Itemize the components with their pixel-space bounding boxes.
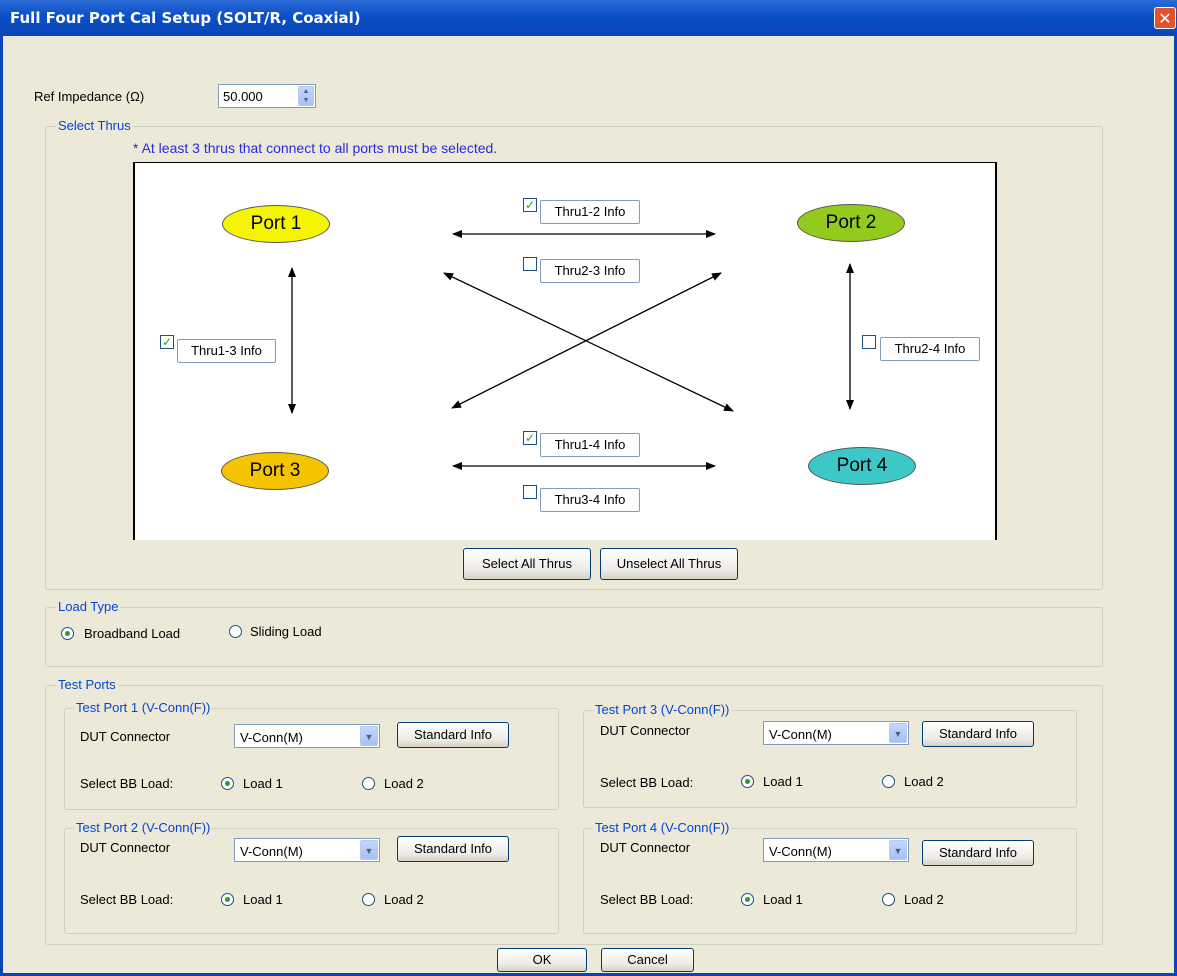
test-port-3-bb-label: Select BB Load: (600, 775, 694, 790)
test-port-3-dut-value: V-Conn(M) (769, 727, 832, 742)
test-port-3-title: Test Port 3 (V-Conn(F)) (593, 702, 732, 717)
test-port-1-standard-info-button[interactable]: Standard Info (397, 722, 509, 748)
test-port-3-load1-radio[interactable] (741, 775, 754, 788)
unselect-all-thrus-button[interactable]: Unselect All Thrus (600, 548, 738, 580)
port-2-node: Port 2 (797, 204, 905, 242)
test-port-2-load2-radio[interactable] (362, 893, 375, 906)
test-port-2-dut-label: DUT Connector (80, 840, 171, 855)
select-thrus-label: Select Thrus (56, 118, 133, 133)
test-port-4-dut-label: DUT Connector (600, 840, 691, 855)
broadband-load-label: Broadband Load (84, 626, 181, 641)
test-port-1-dut-value: V-Conn(M) (240, 730, 303, 745)
port-3-node: Port 3 (221, 452, 329, 490)
test-port-1-dut-label: DUT Connector (80, 729, 171, 744)
test-port-3-dut-select[interactable]: V-Conn(M) ▼ (763, 721, 909, 745)
ref-impedance-spinbox[interactable]: 50.000 ▲ ▼ (218, 84, 316, 108)
port-4-node: Port 4 (808, 447, 916, 485)
test-port-4-load2-label: Load 2 (904, 892, 944, 907)
test-port-3-dut-label: DUT Connector (600, 723, 691, 738)
test-port-3-load2-radio[interactable] (882, 775, 895, 788)
test-port-1-title: Test Port 1 (V-Conn(F)) (74, 700, 213, 715)
ref-impedance-label: Ref Impedance (Ω) (34, 89, 145, 104)
test-port-4-title: Test Port 4 (V-Conn(F)) (593, 820, 732, 835)
test-port-4-standard-info-button[interactable]: Standard Info (922, 840, 1034, 866)
thru1-2-info-button[interactable]: Thru1-2 Info (540, 200, 640, 224)
test-port-2-load1-radio[interactable] (221, 893, 234, 906)
title-bar: Full Four Port Cal Setup (SOLT/R, Coaxia… (0, 0, 1177, 36)
sliding-load-label: Sliding Load (250, 624, 322, 639)
cancel-button[interactable]: Cancel (601, 948, 694, 972)
chevron-down-icon[interactable]: ▼ (889, 723, 907, 743)
test-port-4-dut-value: V-Conn(M) (769, 844, 832, 859)
test-port-1-load1-label: Load 1 (243, 776, 283, 791)
thru2-4-info-button[interactable]: Thru2-4 Info (880, 337, 980, 361)
thru3-4-checkbox[interactable] (523, 485, 537, 499)
arrow-port2-port3 (451, 272, 722, 409)
thru3-4-info-button[interactable]: Thru3-4 Info (540, 488, 640, 512)
test-port-2-standard-info-button[interactable]: Standard Info (397, 836, 509, 862)
test-port-1-bb-label: Select BB Load: (80, 776, 174, 791)
thru1-2-checkbox[interactable]: ✓ (523, 198, 537, 212)
test-port-4-load1-label: Load 1 (763, 892, 803, 907)
thrus-note: * At least 3 thrus that connect to all p… (133, 140, 498, 156)
test-port-2-load1-label: Load 1 (243, 892, 283, 907)
thru1-4-checkbox[interactable]: ✓ (523, 431, 537, 445)
test-port-4-dut-select[interactable]: V-Conn(M) ▼ (763, 838, 909, 862)
test-port-2-dut-value: V-Conn(M) (240, 844, 303, 859)
test-port-1-load2-radio[interactable] (362, 777, 375, 790)
test-port-2-load2-label: Load 2 (384, 892, 424, 907)
test-port-2-dut-select[interactable]: V-Conn(M) ▼ (234, 838, 380, 862)
thru-diagram: Port 1 Port 2 Port 3 Port 4 ✓ Thru1-2 In… (133, 162, 997, 540)
test-port-2-bb-label: Select BB Load: (80, 892, 174, 907)
test-port-1-load2-label: Load 2 (384, 776, 424, 791)
test-port-1-dut-select[interactable]: V-Conn(M) ▼ (234, 724, 380, 748)
load-type-group (45, 607, 1103, 667)
chevron-down-icon[interactable]: ▼ (360, 840, 378, 860)
thru2-3-info-button[interactable]: Thru2-3 Info (540, 259, 640, 283)
test-port-3-load2-label: Load 2 (904, 774, 944, 789)
test-port-3-load1-label: Load 1 (763, 774, 803, 789)
test-port-4-bb-label: Select BB Load: (600, 892, 694, 907)
chevron-down-icon[interactable]: ▼ (889, 840, 907, 860)
select-all-thrus-button[interactable]: Select All Thrus (463, 548, 591, 580)
test-ports-label: Test Ports (56, 677, 118, 692)
close-button[interactable]: ✕ (1154, 7, 1176, 29)
test-port-1-load1-radio[interactable] (221, 777, 234, 790)
thru1-3-checkbox[interactable]: ✓ (160, 335, 174, 349)
thru1-3-info-button[interactable]: Thru1-3 Info (177, 339, 276, 363)
spin-arrows-icon[interactable]: ▲ ▼ (298, 86, 314, 106)
test-port-4-load1-radio[interactable] (741, 893, 754, 906)
window-title: Full Four Port Cal Setup (SOLT/R, Coaxia… (10, 9, 361, 27)
sliding-load-radio[interactable] (229, 625, 242, 638)
thru2-4-checkbox[interactable] (862, 335, 876, 349)
thru1-4-info-button[interactable]: Thru1-4 Info (540, 433, 640, 457)
test-port-3-standard-info-button[interactable]: Standard Info (922, 721, 1034, 747)
test-port-4-load2-radio[interactable] (882, 893, 895, 906)
ref-impedance-value: 50.000 (223, 89, 263, 104)
load-type-label: Load Type (56, 599, 121, 614)
chevron-down-icon[interactable]: ▼ (360, 726, 378, 746)
port-1-node: Port 1 (222, 205, 330, 243)
thru2-3-checkbox[interactable] (523, 257, 537, 271)
ok-button[interactable]: OK (497, 948, 587, 972)
test-port-2-title: Test Port 2 (V-Conn(F)) (74, 820, 213, 835)
broadband-load-radio[interactable] (61, 627, 74, 640)
